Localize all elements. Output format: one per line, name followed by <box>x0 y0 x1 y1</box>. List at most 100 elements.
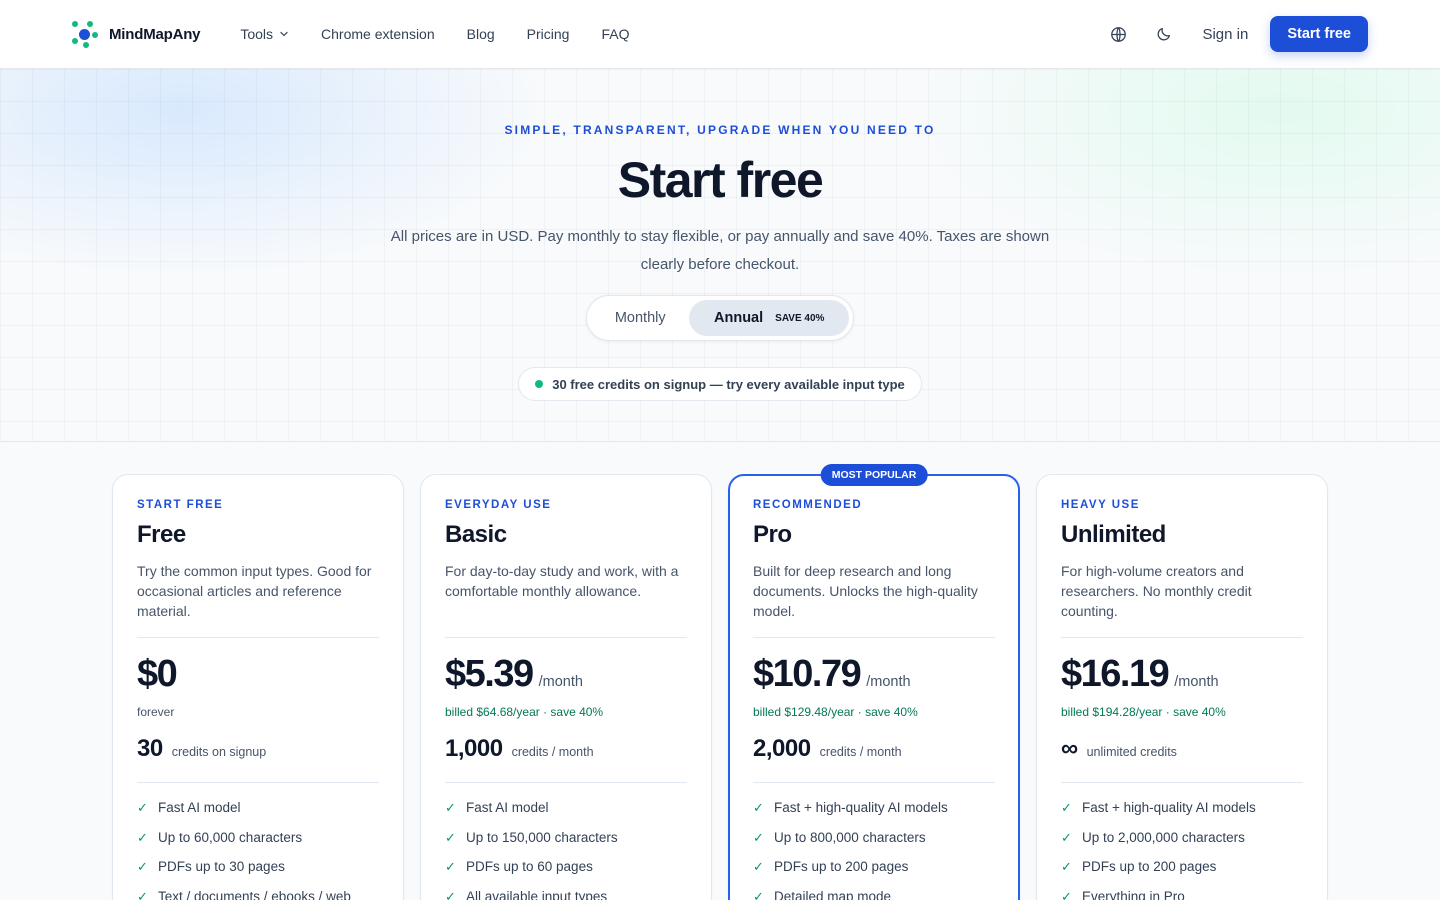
feature-item: ✓ Fast + high-quality AI models <box>1061 800 1303 830</box>
check-icon: ✓ <box>1061 829 1072 845</box>
divider <box>137 637 379 638</box>
price-period: /month <box>538 674 583 690</box>
plan-card-pro: MOST POPULAR RECOMMENDED Pro Built for d… <box>728 464 1020 900</box>
plan-name: Unlimited <box>1061 521 1166 548</box>
feature-item: ✓ PDFs up to 200 pages <box>753 859 995 889</box>
check-icon: ✓ <box>137 859 148 874</box>
check-icon: ✓ <box>137 829 148 845</box>
feature-text: PDFs up to 200 pages <box>1082 859 1217 874</box>
plan-price: $0 <box>137 653 178 695</box>
nav-faq[interactable]: FAQ <box>601 26 629 42</box>
check-icon: ✓ <box>137 800 148 815</box>
credits-row: ∞ unlimited credits <box>1061 735 1303 765</box>
pricing-hero: SIMPLE, TRANSPARENT, UPGRADE WHEN YOU NE… <box>0 69 1440 442</box>
brand-name: MindMapAny <box>109 25 201 43</box>
credits-label: unlimited credits <box>1086 745 1177 759</box>
plan-tag: RECOMMENDED <box>753 499 863 511</box>
feature-item: ✓ Fast + high-quality AI models <box>753 800 995 830</box>
plan-price: $10.79 <box>753 653 862 695</box>
divider <box>445 637 687 638</box>
feature-item: ✓ Up to 150,000 characters <box>445 830 687 860</box>
billing-monthly-option[interactable]: Monthly <box>591 300 689 336</box>
page-title: Start free <box>617 152 824 208</box>
check-icon: ✓ <box>753 888 764 900</box>
price-period: /month <box>1174 674 1219 690</box>
nav-chrome-extension[interactable]: Chrome extension <box>321 26 435 42</box>
feature-list: ✓ Fast AI model ✓ Up to 150,000 characters… <box>445 800 687 900</box>
plan-price: $5.39 <box>445 653 534 695</box>
feature-text: Everything in Pro <box>1082 888 1185 900</box>
plan-description: For day-to-day study and work, with a co… <box>445 563 679 599</box>
header-actions: Sign in Start free <box>1106 16 1368 52</box>
plan-card-free: START FREE Free Try the common input typ… <box>112 474 404 900</box>
feature-item: ✓ PDFs up to 200 pages <box>1061 859 1303 889</box>
feature-item: ✓ Text / documents / ebooks / web <box>137 889 379 900</box>
check-icon: ✓ <box>445 888 456 900</box>
nav-tools[interactable]: Tools <box>240 26 289 42</box>
feature-text: Up to 2,000,000 characters <box>1082 829 1245 845</box>
top-navigation: MindMapAny Tools Chrome extension Blog P… <box>0 0 1440 69</box>
save-badge: SAVE 40% <box>775 312 825 324</box>
free-credits-note: 30 free credits on signup — try every av… <box>518 367 922 401</box>
moon-icon[interactable] <box>1152 22 1176 46</box>
feature-text: Up to 60,000 characters <box>158 829 303 845</box>
divider <box>445 782 687 783</box>
start-free-button[interactable]: Start free <box>1270 16 1368 52</box>
hero-eyebrow: SIMPLE, TRANSPARENT, UPGRADE WHEN YOU NE… <box>504 123 936 137</box>
main-nav: Tools Chrome extension Blog Pricing FAQ <box>240 26 629 42</box>
status-dot-icon <box>535 380 544 388</box>
check-icon: ✓ <box>1061 800 1072 815</box>
divider <box>137 782 379 783</box>
feature-item: ✓ Up to 800,000 characters <box>753 830 995 860</box>
check-icon: ✓ <box>753 800 764 815</box>
plan-description: For high-volume creators and researchers… <box>1061 563 1252 619</box>
plan-price: $16.19 <box>1061 653 1170 695</box>
check-icon: ✓ <box>753 859 764 874</box>
feature-text: Detailed map mode <box>774 888 892 900</box>
feature-item: ✓ PDFs up to 30 pages <box>137 859 379 889</box>
feature-item: ✓ Detailed map mode <box>753 889 995 900</box>
billing-note: billed $64.68/year · save 40% <box>445 705 604 719</box>
feature-text: Fast + high-quality AI models <box>1082 800 1256 815</box>
credits-label: credits / month <box>511 745 594 759</box>
nav-blog[interactable]: Blog <box>467 26 495 42</box>
feature-item: ✓ Up to 2,000,000 characters <box>1061 830 1303 860</box>
credits-amount: 30 <box>137 735 163 762</box>
brand[interactable]: MindMapAny <box>72 20 201 48</box>
plan-card-unlimited: HEAVY USE Unlimited For high-volume crea… <box>1036 474 1328 900</box>
credits-row: 30 credits on signup <box>137 735 379 765</box>
nav-tools-label: Tools <box>240 26 274 42</box>
price-row: $16.19 /month <box>1061 653 1303 697</box>
nav-pricing[interactable]: Pricing <box>527 26 570 42</box>
infinity-icon: ∞ <box>1061 735 1078 762</box>
plan-name: Free <box>137 521 186 548</box>
check-icon: ✓ <box>445 829 456 845</box>
globe-icon[interactable] <box>1106 22 1130 46</box>
feature-text: PDFs up to 60 pages <box>466 859 593 874</box>
feature-text: Fast + high-quality AI models <box>774 800 948 815</box>
feature-item: ✓ Up to 60,000 characters <box>137 830 379 860</box>
sign-in-link[interactable]: Sign in <box>1202 26 1248 43</box>
billing-toggle: Monthly Annual SAVE 40% <box>586 295 854 341</box>
feature-item: ✓ All available input types <box>445 889 687 900</box>
feature-text: All available input types <box>466 888 608 900</box>
credits-amount: 2,000 <box>753 735 811 762</box>
feature-item: ✓ Fast AI model <box>137 800 379 830</box>
billing-note: billed $194.28/year · save 40% <box>1061 705 1226 719</box>
plan-tag: EVERYDAY USE <box>445 499 552 511</box>
divider <box>753 637 995 638</box>
check-icon: ✓ <box>137 888 148 900</box>
billing-note: forever <box>137 705 175 719</box>
divider <box>1061 637 1303 638</box>
feature-list: ✓ Fast AI model ✓ Up to 60,000 characters … <box>137 800 379 900</box>
feature-text: PDFs up to 200 pages <box>774 859 909 874</box>
feature-text: Up to 150,000 characters <box>466 829 618 845</box>
feature-text: Up to 800,000 characters <box>774 829 926 845</box>
feature-item: ✓ PDFs up to 60 pages <box>445 859 687 889</box>
credits-label: credits on signup <box>171 745 267 759</box>
price-row: $5.39 /month <box>445 653 687 697</box>
plan-tag: HEAVY USE <box>1061 499 1140 511</box>
credits-amount: 1,000 <box>445 735 503 762</box>
price-period: /month <box>866 674 911 690</box>
billing-annual-option[interactable]: Annual SAVE 40% <box>689 300 849 336</box>
